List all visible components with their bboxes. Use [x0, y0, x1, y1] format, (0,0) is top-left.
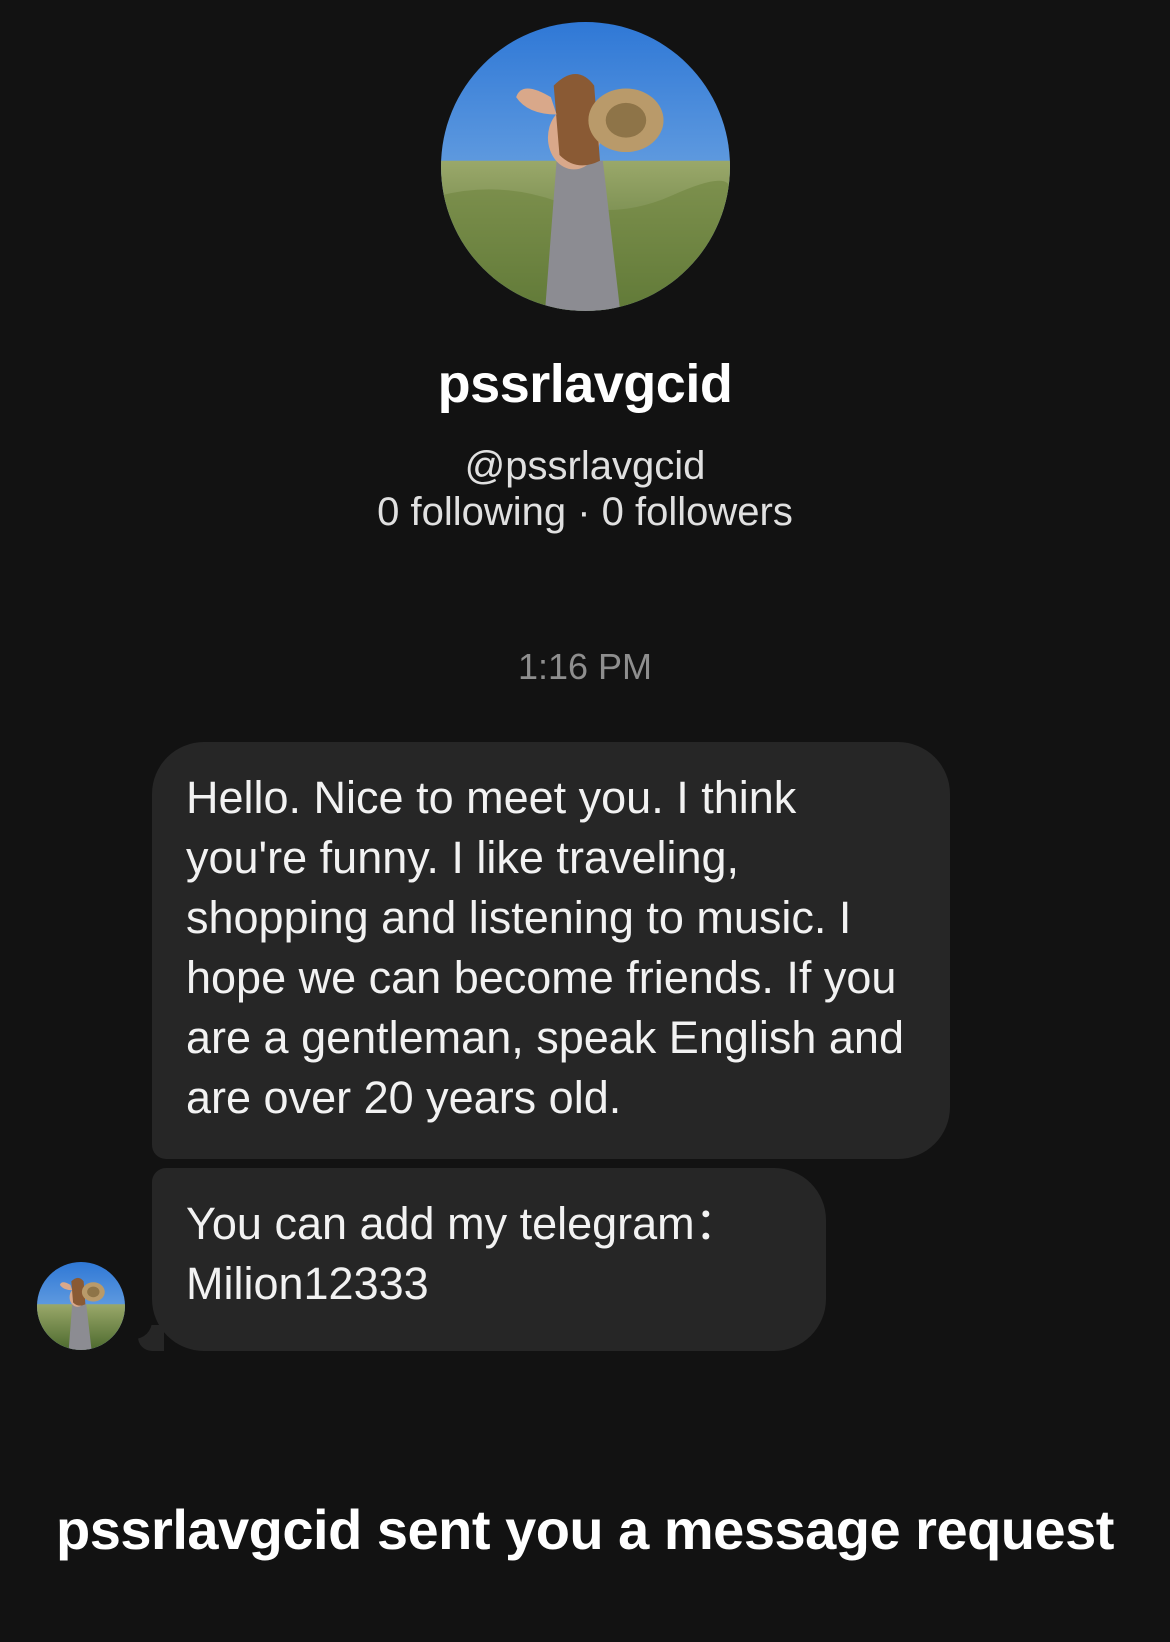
message-request-notice: pssrlavgcid sent you a message request	[56, 1498, 1114, 1561]
profile-photo-icon	[441, 22, 730, 311]
profile-handle: @pssrlavgcid	[464, 444, 706, 488]
message-bubble[interactable]: Hello. Nice to meet you. I think you're …	[152, 742, 950, 1159]
profile-avatar[interactable]	[441, 22, 730, 311]
sender-avatar[interactable]	[37, 1262, 125, 1350]
profile-display-name: pssrlavgcid	[437, 354, 733, 414]
profile-photo-icon	[37, 1262, 125, 1350]
profile-stats: 0 following · 0 followers	[377, 490, 793, 534]
bubble-tail	[124, 1311, 164, 1351]
message-bubble[interactable]: You can add my telegram：Milion12333	[152, 1168, 826, 1351]
message-timestamp: 1:16 PM	[517, 646, 653, 687]
